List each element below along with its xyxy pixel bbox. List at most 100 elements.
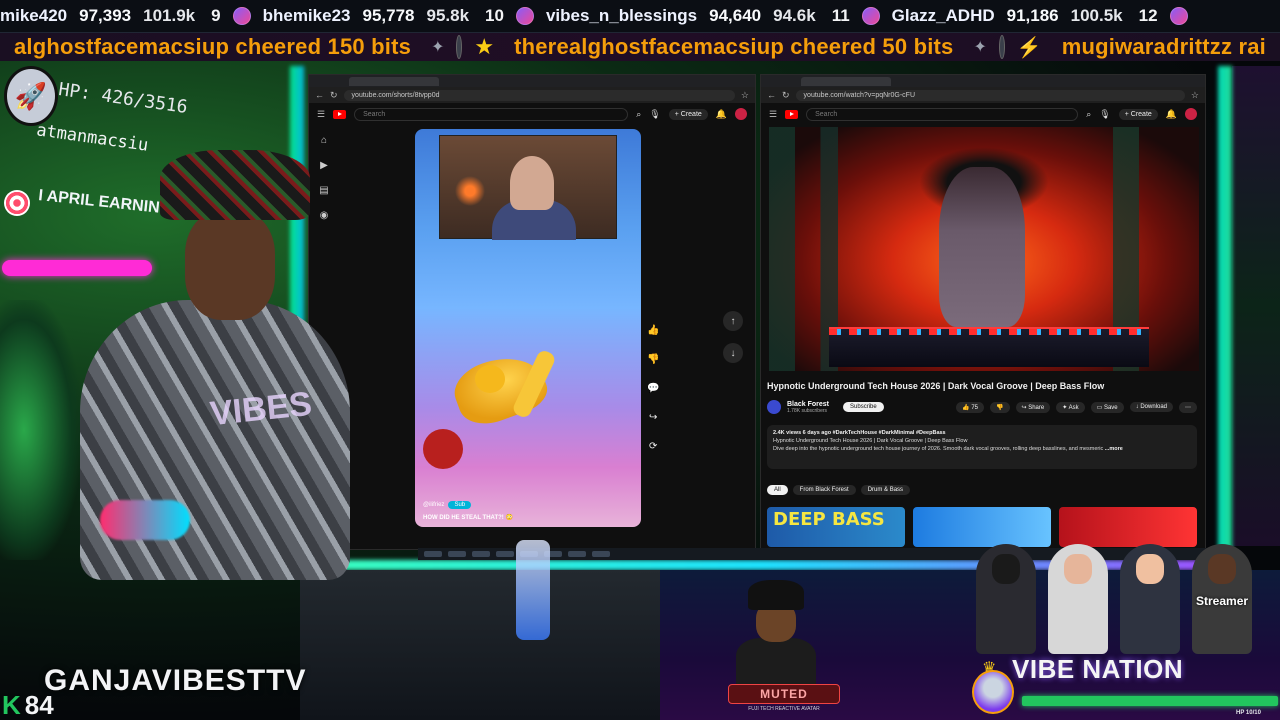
dislike-icon[interactable]: 👎 <box>647 354 659 365</box>
mic-icon[interactable]: 🎙 <box>649 109 660 120</box>
video-title: Hypnotic Underground Tech House 2026 | D… <box>767 381 1105 391</box>
taskbar-app[interactable] <box>592 551 610 557</box>
cheer-message: mugiwaradrittzz rai <box>1061 34 1266 59</box>
share-icon[interactable]: ↪ <box>649 412 657 423</box>
main-video-player[interactable] <box>769 127 1199 371</box>
browser-tab[interactable] <box>349 76 439 86</box>
user-avatar <box>998 35 1005 59</box>
rocket-icon: 🚀 <box>4 66 58 126</box>
mic-icon[interactable]: 🎙 <box>1099 109 1110 120</box>
description-box[interactable]: 2.4K views 6 days ago #DarkTechHouse #Da… <box>767 425 1197 469</box>
search-icon[interactable]: ⌕ <box>1086 109 1091 120</box>
subscribe-button[interactable]: Subscribe <box>843 402 884 412</box>
create-button[interactable]: + Create <box>668 108 708 120</box>
address-bar[interactable]: youtube.com/shorts/8tvpp0d <box>343 89 735 101</box>
taskbar-app[interactable] <box>472 551 490 557</box>
stream-overlay: mike420 97,393 101.9k 9 bhemike23 95,778… <box>0 0 1280 720</box>
description-meta: 2.4K views 6 days ago #DarkTechHouse #Da… <box>773 430 946 436</box>
menu-icon[interactable]: ☰ <box>317 109 325 120</box>
taskbar-app[interactable] <box>568 551 586 557</box>
back-icon[interactable]: ← <box>315 90 324 100</box>
dislike-button[interactable]: 👎 <box>990 401 1010 413</box>
video-dj-figure <box>939 167 1025 327</box>
cheer-message: alghostfacemacsiup cheered 150 bits <box>14 34 412 59</box>
back-icon[interactable]: ← <box>767 90 776 100</box>
home-icon[interactable]: ⌂ <box>321 135 327 146</box>
star-icon[interactable]: ☆ <box>1191 90 1199 101</box>
video-thumbnail[interactable] <box>1059 507 1197 547</box>
refresh-icon[interactable]: ↻ <box>330 90 338 101</box>
save-button[interactable]: ▭ Save <box>1090 401 1124 413</box>
previous-short-button[interactable]: ↑ <box>723 311 743 331</box>
star-icon[interactable]: ☆ <box>741 90 749 101</box>
cam-person-head <box>510 156 554 210</box>
browser-toolbar: ← ↻ youtube.com/shorts/8tvpp0d ☆ <box>309 87 755 103</box>
leaderboard-alt-score: 95.8k <box>426 6 470 25</box>
game-object <box>423 429 463 469</box>
remix-icon[interactable]: ⟳ <box>649 441 657 452</box>
leaderboard-rank: 9 <box>211 6 221 25</box>
cheer-marquee: alghostfacemacsiup cheered 150 bits ✦ ★ … <box>0 33 1280 61</box>
taskbar-app[interactable] <box>424 551 442 557</box>
chip-drum-and-bass[interactable]: Drum & Bass <box>860 485 911 495</box>
video-thumbnail[interactable]: DEEP BASS <box>767 507 905 547</box>
crew-face <box>992 554 1020 584</box>
viewer-count: 84 <box>24 690 54 720</box>
youtube-logo[interactable] <box>333 109 347 119</box>
streamer-webcam: VIBES <box>60 150 380 650</box>
download-button[interactable]: ↓ Download <box>1129 402 1173 412</box>
comment-icon[interactable]: 💬 <box>647 383 659 394</box>
leaderboard-score: 95,778 <box>362 6 415 25</box>
search-input[interactable]: Search <box>354 107 629 121</box>
address-bar[interactable]: youtube.com/watch?v=pqNr0G-cFU <box>795 89 1185 101</box>
search-input[interactable]: Search <box>806 107 1079 121</box>
like-icon[interactable]: 👍 <box>647 325 659 336</box>
video-thumbnail[interactable] <box>913 507 1051 547</box>
hp-card: 🚀 HP: 426/3516 <box>0 66 210 126</box>
more-icon[interactable]: ⋯ <box>1179 401 1197 413</box>
create-button[interactable]: + Create <box>1118 108 1158 120</box>
youtube-play-icon <box>785 109 799 119</box>
next-short-button[interactable]: ↓ <box>723 343 743 363</box>
chip-all[interactable]: All <box>767 485 788 495</box>
search-icon[interactable]: ⌕ <box>636 109 641 120</box>
youtube-logo[interactable] <box>785 109 799 119</box>
dislike-icon: 👎 <box>996 404 1004 411</box>
crew-avatar <box>1120 544 1180 654</box>
taskbar-app[interactable] <box>448 551 466 557</box>
leaderboard-ticker: mike420 97,393 101.9k 9 bhemike23 95,778… <box>0 0 1280 33</box>
share-button[interactable]: ↪ Share <box>1015 401 1051 413</box>
description-title: Hypnotic Underground Tech House 2026 | D… <box>773 438 968 444</box>
like-button[interactable]: 👍 75 <box>956 401 985 413</box>
refresh-icon[interactable]: ↻ <box>782 90 790 101</box>
subscribe-button[interactable]: Sub <box>448 501 472 509</box>
description-body: Dive deep into the hypnotic underground … <box>773 446 1104 452</box>
menu-icon[interactable]: ☰ <box>769 109 777 120</box>
leaderboard-rank: 12 <box>1138 6 1158 25</box>
user-avatar <box>515 7 534 25</box>
taskbar-app[interactable] <box>496 551 514 557</box>
short-channel-name[interactable]: @ilifriez <box>423 502 444 508</box>
description-more-link[interactable]: ...more <box>1105 446 1123 452</box>
leaderboard-entry: 11 Glazz_ADHD 91,186 100.5k <box>832 6 1139 26</box>
short-video-player[interactable]: @ilifriez Sub HOW DID HE STEAL THAT?! 😳 <box>415 129 641 527</box>
leaderboard-rank: 10 <box>485 6 504 25</box>
user-avatar <box>232 7 251 25</box>
browser-tab[interactable] <box>801 76 891 86</box>
channel-avatar[interactable] <box>767 400 781 414</box>
account-avatar[interactable] <box>1185 108 1197 120</box>
chip-from-channel[interactable]: From Black Forest <box>792 485 856 495</box>
channel-name[interactable]: Black Forest <box>787 401 829 408</box>
like-count: 75 <box>971 404 979 411</box>
shorts-navigation: ↑ ↓ <box>723 311 743 363</box>
streamer-name: GANJAVIBESTTV <box>44 664 307 697</box>
cam-background-lights <box>450 176 490 206</box>
browser-window-video: ← ↻ youtube.com/watch?v=pqNr0G-cFU ☆ ☰ S… <box>760 74 1206 550</box>
bell-icon[interactable]: 🔔 <box>1166 109 1177 120</box>
neon-frame-right <box>1218 66 1232 566</box>
leaderboard-alt-score: 100.5k <box>1070 6 1123 25</box>
bell-icon[interactable]: 🔔 <box>716 109 727 120</box>
account-avatar[interactable] <box>735 108 747 120</box>
ask-button[interactable]: ✦ Ask <box>1056 401 1085 413</box>
crew-avatar <box>976 544 1036 654</box>
